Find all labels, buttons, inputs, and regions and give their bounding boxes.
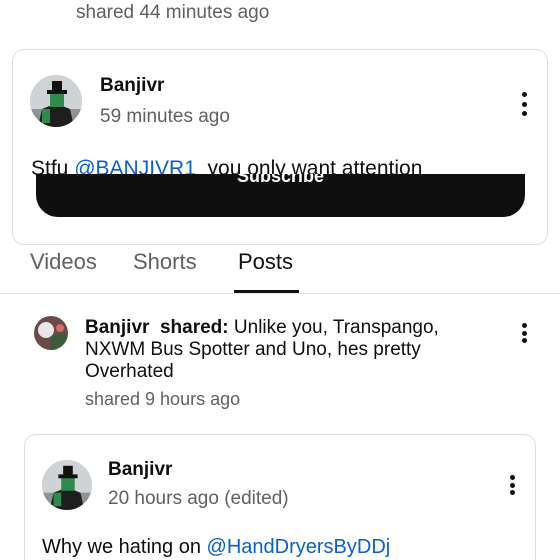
more-vert-icon[interactable]	[500, 472, 524, 498]
shared-post-author-name[interactable]: Banjivr	[85, 317, 149, 338]
original-post-mention-link[interactable]: @HandDryersByDDj	[207, 536, 391, 558]
more-vert-icon[interactable]	[512, 89, 536, 119]
tab-shorts[interactable]: Shorts	[133, 249, 197, 275]
shared-post-time: shared 9 hours ago	[85, 389, 241, 409]
subscribe-button-label: Subscribe	[236, 174, 325, 186]
original-post-text: Why we hating on @HandDryersByDDj	[42, 536, 391, 558]
subscribe-button[interactable]: Subscribe	[36, 174, 525, 217]
comment-time: 59 minutes ago	[100, 106, 230, 127]
active-tab-indicator	[234, 290, 299, 293]
comment-author-name[interactable]: Banjivr	[100, 75, 164, 97]
more-vert-icon[interactable]	[512, 320, 536, 346]
original-post-author-name[interactable]: Banjivr	[108, 459, 172, 481]
shared-post-author-avatar[interactable]	[34, 316, 68, 350]
original-post-time: 20 hours ago (edited)	[108, 488, 289, 509]
tab-videos[interactable]: Videos	[30, 249, 97, 275]
previous-post-time: shared 44 minutes ago	[76, 2, 270, 23]
channel-tabs: Videos Shorts Posts	[0, 240, 560, 294]
comment-author-avatar[interactable]	[30, 75, 82, 127]
shared-post-text: Banjivr shared: Unlike you, Transpango, …	[85, 317, 439, 382]
original-post-author-avatar[interactable]	[42, 460, 92, 510]
tab-posts[interactable]: Posts	[238, 249, 293, 275]
